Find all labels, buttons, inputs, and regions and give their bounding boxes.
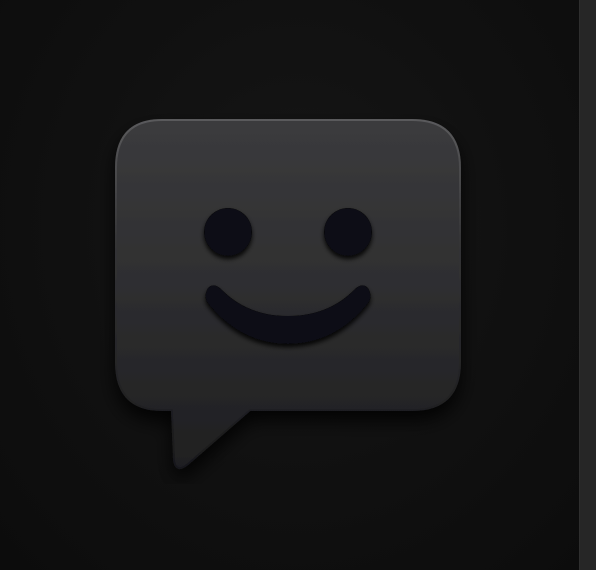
bubble-shape [115, 119, 461, 470]
app-icon[interactable] [100, 104, 480, 484]
window-edge-strip [579, 0, 596, 570]
app-icon-preview [0, 0, 596, 570]
left-eye [204, 208, 252, 256]
smiley-chat-bubble-icon [115, 119, 461, 470]
right-eye [324, 208, 372, 256]
